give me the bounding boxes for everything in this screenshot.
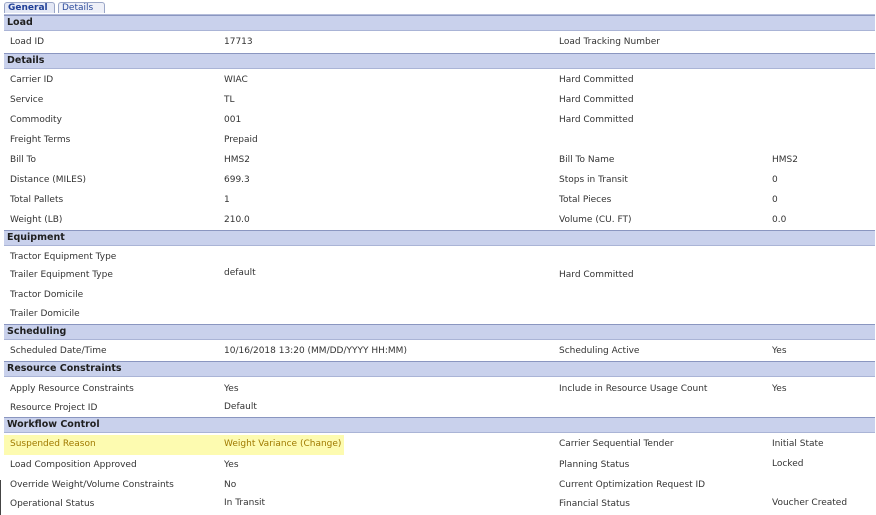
commodity-label: Commodity [10,115,62,125]
section-title: Details [7,55,45,66]
operational-status-value: In Transit [224,498,266,508]
commodity-value: 001 [224,115,242,125]
distance-label: Distance (MILES) [10,175,87,185]
bill-to-label: Bill To [10,155,37,165]
planning-status-value: Locked [772,459,804,469]
section-title: Load [7,17,33,28]
section-header-scheduling: Scheduling [4,324,875,340]
suspended-reason-value: Weight Variance (Change) [224,439,342,449]
row-operational-status: Operational Status In Transit Financial … [4,495,875,515]
scheduling-active-label: Scheduling Active [559,346,640,356]
pieces-label: Total Pieces [559,195,612,205]
section-title: Equipment [7,232,65,243]
section-header-resource-constraints: Resource Constraints [4,361,875,377]
section-header-details: Details [4,53,875,69]
row-freight-terms: Freight Terms Prepaid [4,131,875,151]
resource-project-value: Default [224,402,257,412]
planning-status-label: Planning Status [559,460,630,470]
tab-details[interactable]: Details [58,2,105,13]
bill-to-name-value: HMS2 [772,155,798,165]
distance-value: 699.3 [224,175,250,185]
row-override: Override Weight/Volume Constraints No Cu… [4,476,875,496]
load-tracking-label: Load Tracking Number [559,37,660,47]
row-scheduled: Scheduled Date/Time 10/16/2018 13:20 (MM… [4,342,875,362]
service-status: Hard Committed [559,95,634,105]
row-pallets: Total Pallets 1 Total Pieces 0 [4,191,875,211]
row-distance: Distance (MILES) 699.3 Stops in Transit … [4,171,875,191]
row-tractor-domicile: Tractor Domicile [4,286,875,306]
row-carrier-id: Carrier ID WIAC Hard Committed [4,71,875,91]
optimization-request-label: Current Optimization Request ID [559,480,706,490]
left-divider [0,480,1,515]
row-suspended-reason: Suspended Reason Weight Variance (Change… [4,435,875,455]
row-tractor-type: Tractor Equipment Type [4,248,875,268]
row-composition: Load Composition Approved Yes Planning S… [4,456,875,476]
composition-label: Load Composition Approved [10,460,137,470]
load-id-label: Load ID [10,37,45,47]
override-value: No [224,480,237,490]
trailer-type-status: Hard Committed [559,270,634,280]
row-resource-project: Resource Project ID Default [4,399,875,419]
tractor-domicile-label: Tractor Domicile [10,290,84,300]
pieces-value: 0 [772,195,778,205]
carrier-tender-value: Initial State [772,439,824,449]
service-label: Service [10,95,44,105]
resource-project-label: Resource Project ID [10,403,98,413]
tractor-type-label: Tractor Equipment Type [10,252,117,262]
suspended-reason-label: Suspended Reason [10,439,96,449]
bill-to-name-label: Bill To Name [559,155,615,165]
include-usage-value: Yes [772,384,787,394]
weight-label: Weight (LB) [10,215,63,225]
scheduling-active-value: Yes [772,346,787,356]
include-usage-label: Include in Resource Usage Count [559,384,708,394]
override-label: Override Weight/Volume Constraints [10,480,174,490]
bill-to-value: HMS2 [224,155,250,165]
row-service: Service TL Hard Committed [4,91,875,111]
row-weight: Weight (LB) 210.0 Volume (CU. FT) 0.0 [4,211,875,231]
section-header-workflow-control: Workflow Control [4,417,875,433]
scheduled-label: Scheduled Date/Time [10,346,107,356]
row-apply-resource: Apply Resource Constraints Yes Include i… [4,380,875,400]
tab-general[interactable]: General [4,2,55,13]
trailer-domicile-label: Trailer Domicile [10,309,80,319]
section-header-load: Load [4,15,875,31]
carrier-tender-label: Carrier Sequential Tender [559,439,674,449]
scheduled-value: 10/16/2018 13:20 (MM/DD/YYYY HH:MM) [224,346,407,356]
composition-value: Yes [224,460,239,470]
financial-status-label: Financial Status [559,499,630,509]
pallets-value: 1 [224,195,230,205]
volume-value: 0.0 [772,215,787,225]
commodity-status: Hard Committed [559,115,634,125]
trailer-type-label: Trailer Equipment Type [10,270,113,280]
row-commodity: Commodity 001 Hard Committed [4,111,875,131]
freight-terms-value: Prepaid [224,135,258,145]
service-value: TL [224,95,235,105]
weight-value: 210.0 [224,215,250,225]
carrier-id-value: WIAC [224,75,248,85]
stops-value: 0 [772,175,778,185]
row-bill-to: Bill To HMS2 Bill To Name HMS2 [4,151,875,171]
apply-resource-value: Yes [224,384,239,394]
trailer-type-value: default [224,268,256,278]
operational-status-label: Operational Status [10,499,95,509]
carrier-id-label: Carrier ID [10,75,54,85]
section-title: Scheduling [7,326,67,337]
row-load-id: Load ID 17713 Load Tracking Number [4,33,875,53]
section-header-equipment: Equipment [4,230,875,246]
freight-terms-label: Freight Terms [10,135,71,145]
stops-label: Stops in Transit [559,175,628,185]
section-title: Resource Constraints [7,363,122,374]
apply-resource-label: Apply Resource Constraints [10,384,134,394]
row-trailer-domicile: Trailer Domicile [4,305,875,325]
financial-status-value: Voucher Created [772,498,848,508]
carrier-id-status: Hard Committed [559,75,634,85]
load-id-value: 17713 [224,37,253,47]
section-title: Workflow Control [7,419,100,430]
load-detail-panel: Load Load ID 17713 Load Tracking Number … [4,14,875,515]
pallets-label: Total Pallets [10,195,64,205]
row-trailer-type: Trailer Equipment Type default Hard Comm… [4,266,875,286]
volume-label: Volume (CU. FT) [559,215,632,225]
